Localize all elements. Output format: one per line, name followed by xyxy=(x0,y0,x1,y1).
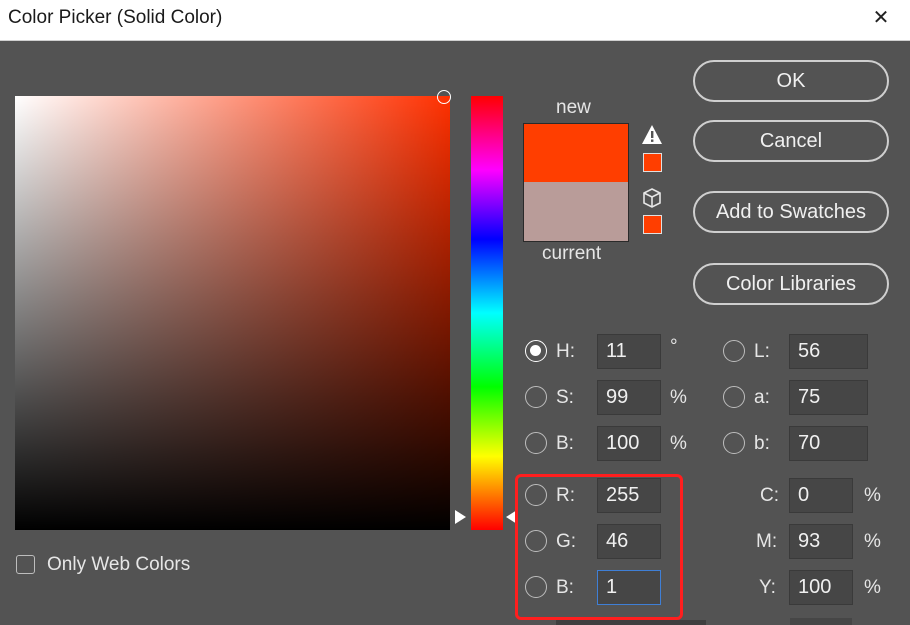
lab-l-label: L: xyxy=(754,341,770,362)
warning-triangle-icon[interactable] xyxy=(641,124,663,146)
lab-a-radio[interactable] xyxy=(723,386,745,408)
hue-unit: ° xyxy=(670,336,678,357)
lab-a-input[interactable]: 75 xyxy=(789,380,868,415)
only-web-colors-label: Only Web Colors xyxy=(47,554,191,575)
new-color-swatch xyxy=(524,124,628,182)
cyan-unit: % xyxy=(864,485,881,506)
color-preview xyxy=(523,123,629,242)
saturation-label: S: xyxy=(556,387,574,408)
yellow-label: Y: xyxy=(759,577,776,598)
yellow-unit: % xyxy=(864,577,881,598)
lab-l-radio[interactable] xyxy=(723,340,745,362)
close-button[interactable]: ✕ xyxy=(866,4,896,34)
hue-input[interactable]: 11 xyxy=(597,334,661,369)
cancel-button[interactable]: Cancel xyxy=(693,120,889,162)
window-title: Color Picker (Solid Color) xyxy=(8,7,223,28)
hue-radio[interactable] xyxy=(525,340,547,362)
magenta-input[interactable]: 93 xyxy=(789,524,853,559)
saturation-input[interactable]: 99 xyxy=(597,380,661,415)
black-input-partial[interactable] xyxy=(790,618,852,625)
current-color-label: current xyxy=(542,243,602,264)
brightness-unit: % xyxy=(670,433,687,454)
saturation-unit: % xyxy=(670,387,687,408)
new-color-label: new xyxy=(556,97,591,118)
saturation-radio[interactable] xyxy=(525,386,547,408)
color-field[interactable] xyxy=(15,96,450,530)
lab-l-input[interactable]: 56 xyxy=(789,334,868,369)
cyan-input[interactable]: 0 xyxy=(789,478,853,513)
only-web-colors-checkbox[interactable] xyxy=(16,555,35,574)
lab-a-label: a: xyxy=(754,387,770,408)
web-safe-swatch[interactable] xyxy=(643,215,662,234)
current-color-swatch[interactable] xyxy=(524,182,628,241)
magenta-label: M: xyxy=(756,531,778,552)
ok-button[interactable]: OK xyxy=(693,60,889,102)
lab-b-radio[interactable] xyxy=(723,432,745,454)
title-bar: Color Picker (Solid Color) ✕ xyxy=(0,0,910,41)
brightness-label: B: xyxy=(556,433,574,454)
lab-b-label: b: xyxy=(754,433,770,454)
yellow-input[interactable]: 100 xyxy=(789,570,853,605)
magenta-unit: % xyxy=(864,531,881,552)
hue-label: H: xyxy=(556,341,575,362)
color-libraries-button[interactable]: Color Libraries xyxy=(693,263,889,305)
hue-slider-left-handle-icon[interactable] xyxy=(455,510,466,524)
hue-slider[interactable] xyxy=(471,96,503,530)
color-field-marker[interactable] xyxy=(437,90,451,104)
hex-field-partial[interactable] xyxy=(556,620,706,625)
cube-icon[interactable] xyxy=(641,187,663,209)
brightness-radio[interactable] xyxy=(525,432,547,454)
rgb-highlight-box xyxy=(515,474,683,620)
gamut-correction-swatch[interactable] xyxy=(643,153,662,172)
lab-b-input[interactable]: 70 xyxy=(789,426,868,461)
cyan-label: C: xyxy=(760,485,779,506)
add-to-swatches-button[interactable]: Add to Swatches xyxy=(693,191,889,233)
brightness-input[interactable]: 100 xyxy=(597,426,661,461)
